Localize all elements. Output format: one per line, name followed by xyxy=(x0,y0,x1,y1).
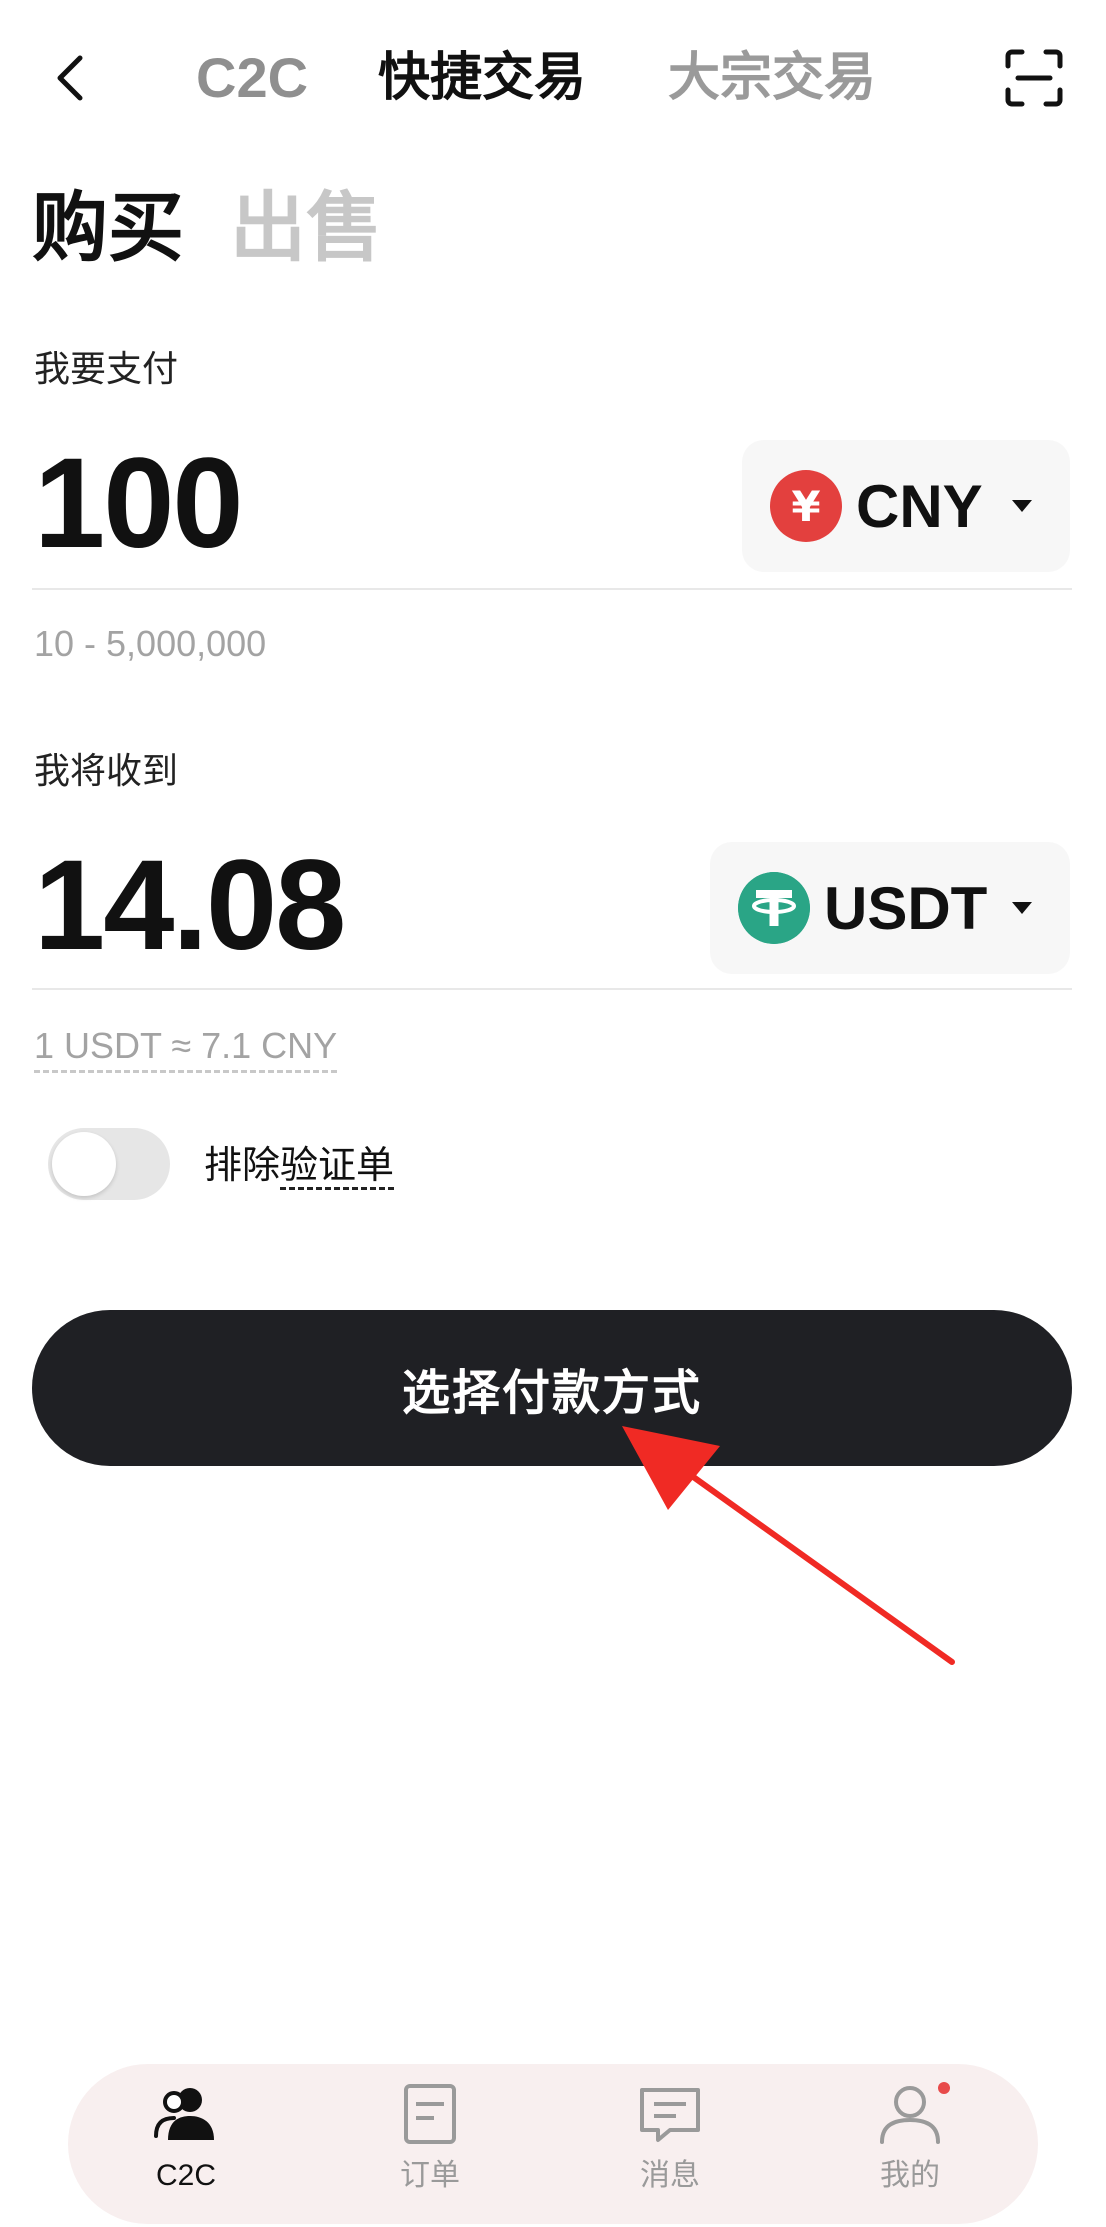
receive-label: 我将收到 xyxy=(34,751,179,792)
receive-amount[interactable]: 14.08 xyxy=(34,836,346,976)
exclude-label-dashed[interactable]: 验证单 xyxy=(280,1143,395,1190)
cny-coin-icon: ¥ xyxy=(770,470,842,542)
caret-down-icon xyxy=(1012,500,1032,512)
receive-currency-code: USDT xyxy=(824,874,988,942)
pay-currency-code: CNY xyxy=(856,472,983,540)
pay-range: 10 - 5,000,000 xyxy=(34,623,267,664)
pay-amount-input[interactable]: 100 xyxy=(34,434,244,574)
pay-currency-selector[interactable]: ¥ CNY xyxy=(742,440,1070,572)
pay-label: 我要支付 xyxy=(34,349,179,390)
exclude-verified-label: 排除验证单 xyxy=(204,1140,395,1190)
toggle-knob xyxy=(52,1132,116,1196)
tab-buy[interactable]: 购买 xyxy=(32,178,184,278)
nav-item-profile[interactable]: 我的 xyxy=(830,2080,990,2210)
nav-item-c2c[interactable]: C2C xyxy=(106,2080,266,2210)
users-icon xyxy=(154,2088,214,2140)
tab-quick-trade[interactable]: 快捷交易 xyxy=(378,40,586,116)
scan-icon[interactable] xyxy=(1004,48,1064,108)
usdt-coin-icon xyxy=(738,872,810,944)
divider xyxy=(32,588,1072,590)
divider xyxy=(32,988,1072,990)
order-icon xyxy=(404,2084,456,2144)
notification-dot xyxy=(938,2082,950,2094)
nav-label-messages: 消息 xyxy=(640,2158,700,2193)
caret-down-icon xyxy=(1012,902,1032,914)
tab-sell[interactable]: 出售 xyxy=(230,178,382,278)
annotation-arrow-icon xyxy=(622,1426,955,1665)
tab-c2c[interactable]: C2C xyxy=(196,40,308,116)
exclude-verified-toggle[interactable] xyxy=(48,1128,170,1200)
back-icon[interactable] xyxy=(50,50,90,106)
nav-item-orders[interactable]: 订单 xyxy=(350,2080,510,2210)
exchange-rate[interactable]: 1 USDT ≈ 7.1 CNY xyxy=(34,1022,338,1073)
profile-icon xyxy=(880,2086,940,2144)
nav-label-profile: 我的 xyxy=(880,2158,940,2193)
nav-label-c2c: C2C xyxy=(155,2159,216,2192)
message-icon xyxy=(640,2088,700,2142)
exclude-label-prefix: 排除 xyxy=(204,1143,281,1187)
nav-item-messages[interactable]: 消息 xyxy=(590,2080,750,2210)
nav-label-orders: 订单 xyxy=(400,2158,460,2193)
receive-currency-selector[interactable]: USDT xyxy=(710,842,1070,974)
bottom-nav: C2C 订单 消息 我的 xyxy=(68,2064,1038,2224)
tab-block-trade[interactable]: 大宗交易 xyxy=(668,40,876,116)
